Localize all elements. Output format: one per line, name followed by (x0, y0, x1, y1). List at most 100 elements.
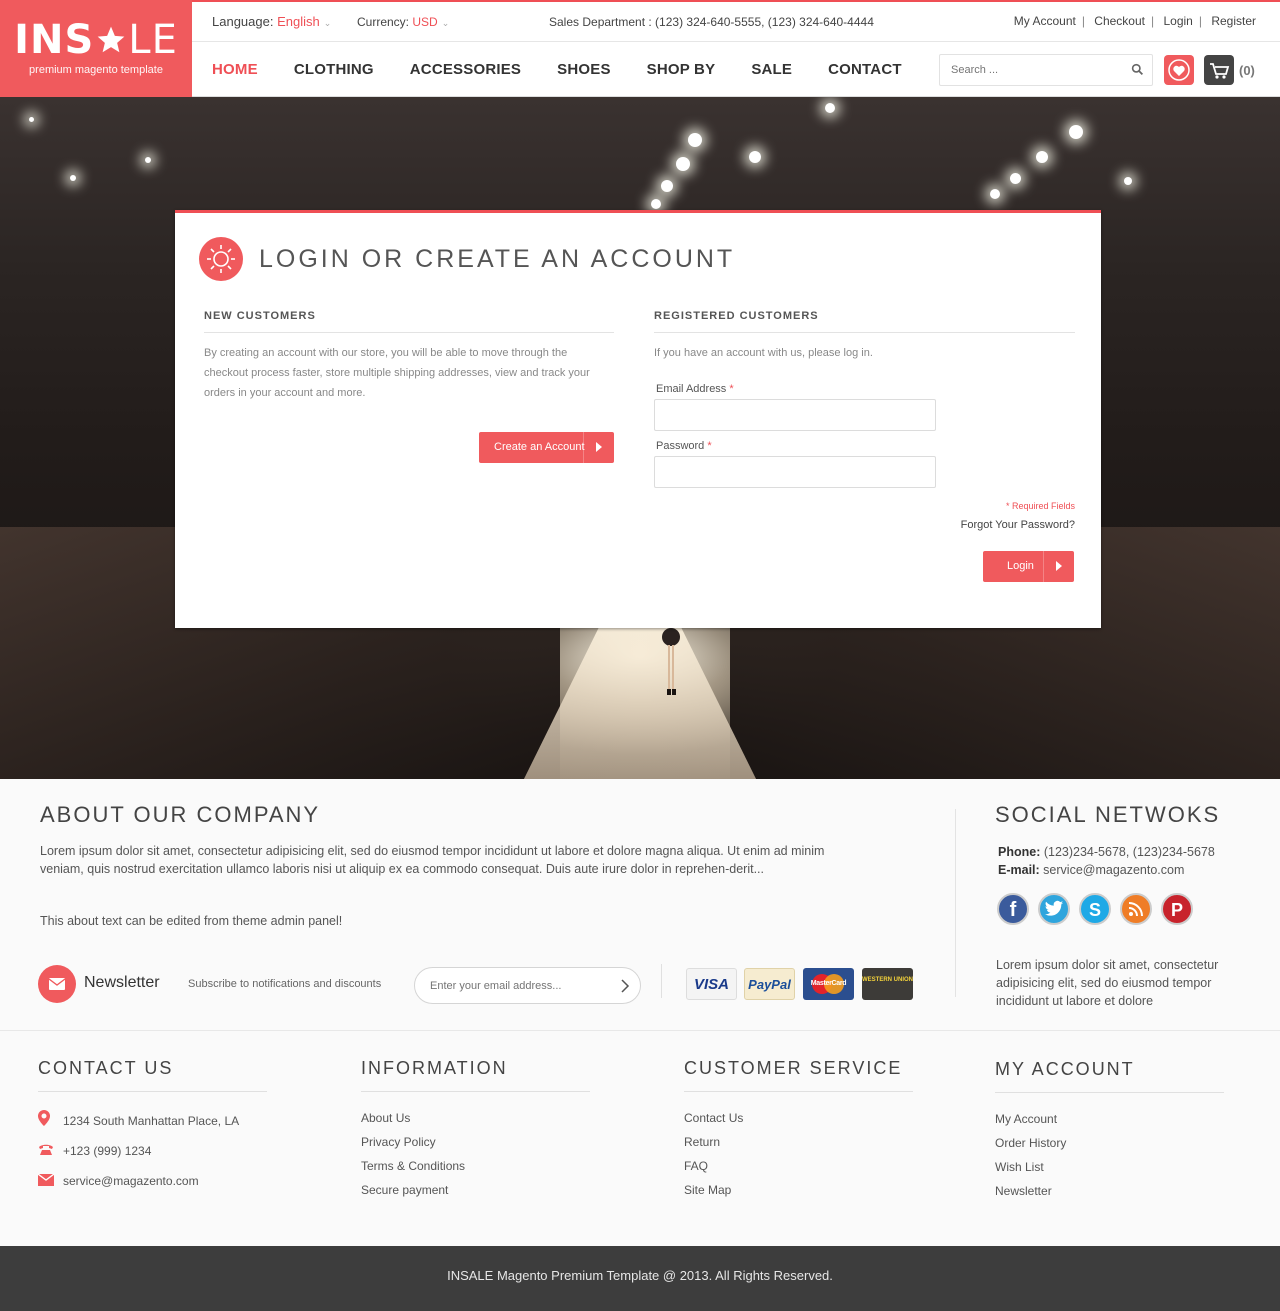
link-separator: | (1198, 14, 1202, 28)
footer-link[interactable]: Secure payment (361, 1178, 590, 1202)
about-title: ABOUT OUR COMPANY (40, 802, 321, 827)
password-field[interactable] (654, 456, 936, 488)
account-links: My Account | Checkout | Login | Register (1014, 14, 1256, 28)
social-contact: Phone: (123)234-5678, (123)234-5678 E-ma… (998, 843, 1215, 879)
newsletter-title: Newsletter (84, 974, 160, 991)
login-link[interactable]: Login (1163, 14, 1192, 28)
new-customers-section: NEW CUSTOMERS By creating an account wit… (204, 310, 614, 403)
mastercard-icon: MasterCard (803, 968, 854, 1000)
rss-icon[interactable] (1120, 893, 1152, 925)
site-logo[interactable]: INS LE premium magento template (0, 0, 192, 99)
about-text: Lorem ipsum dolor sit amet, consectetur … (40, 844, 825, 876)
footer-link[interactable]: Terms & Conditions (361, 1154, 590, 1178)
forgot-password-link[interactable]: Forgot Your Password? (961, 519, 1075, 531)
contact-address-text: 1234 South Manhattan Place, LA (63, 1114, 240, 1128)
contact-phone-text: +123 (999) 1234 (63, 1144, 152, 1158)
copyright-text: INSALE Magento Premium Template @ 2013. … (447, 1268, 833, 1283)
envelope-icon (38, 965, 76, 1003)
footer-link[interactable]: Contact Us (684, 1106, 913, 1130)
newsletter-email-input[interactable] (415, 968, 595, 1003)
runway-model (662, 628, 680, 695)
map-pin-icon (38, 1107, 54, 1137)
envelope-icon (37, 1167, 55, 1197)
visa-icon: VISA (686, 968, 737, 1000)
skype-icon[interactable]: S (1079, 893, 1111, 925)
email-value[interactable]: service@magazento.com (1043, 863, 1184, 877)
cart-count: (0) (1239, 63, 1255, 78)
footer-customer-service: CUSTOMER SERVICE Contact Us Return FAQ S… (684, 1058, 913, 1202)
twitter-icon[interactable] (1038, 893, 1070, 925)
my-account-link[interactable]: My Account (1014, 14, 1076, 28)
nav-clothing[interactable]: CLOTHING (294, 61, 374, 78)
new-customers-heading: NEW CUSTOMERS (204, 310, 614, 333)
footer-link[interactable]: About Us (361, 1106, 590, 1130)
footer-link[interactable]: Privacy Policy (361, 1130, 590, 1154)
search-icon[interactable] (1131, 63, 1144, 76)
newsletter-form (414, 967, 641, 1004)
login-button[interactable]: Login (983, 551, 1074, 582)
nav-sale[interactable]: SALE (751, 61, 792, 78)
checkout-link[interactable]: Checkout (1094, 14, 1145, 28)
email-label: Email Address * (656, 383, 734, 395)
pinterest-icon[interactable]: P (1161, 893, 1193, 925)
mastercard-label: MasterCard (810, 980, 847, 987)
cart-icon (1210, 63, 1230, 79)
nav-shoes[interactable]: SHOES (557, 61, 611, 78)
footer-link[interactable]: Site Map (684, 1178, 913, 1202)
email-label-social: E-mail: (998, 863, 1040, 877)
footer-link[interactable]: Return (684, 1130, 913, 1154)
cart-button[interactable] (1204, 55, 1234, 85)
site-header: INS LE premium magento template Language:… (0, 0, 1280, 99)
facebook-icon[interactable]: f (997, 893, 1029, 925)
footer-link[interactable]: Wish List (995, 1155, 1224, 1179)
footer-link[interactable]: Newsletter (995, 1179, 1224, 1203)
footer-customer-service-title: CUSTOMER SERVICE (684, 1058, 913, 1092)
password-label-text: Password (656, 440, 705, 452)
phone-label: Phone: (998, 845, 1041, 859)
divider (955, 809, 956, 997)
footer-link[interactable]: My Account (995, 1107, 1224, 1131)
hero-banner: LOGIN OR CREATE AN ACCOUNT NEW CUSTOMERS… (0, 97, 1280, 779)
create-account-button[interactable]: Create an Account (479, 432, 614, 463)
register-link[interactable]: Register (1211, 14, 1256, 28)
sales-department-phones: Sales Department : (123) 324-640-5555, (… (549, 15, 874, 29)
footer-information: INFORMATION About Us Privacy Policy Term… (361, 1058, 590, 1202)
footer-link[interactable]: FAQ (684, 1154, 913, 1178)
social-title: SOCIAL NETWOKS (995, 802, 1221, 827)
language-switcher[interactable]: Language: English ⌄ (212, 14, 331, 29)
required-mark: * (729, 383, 734, 395)
arrow-right-icon (596, 442, 602, 452)
language-value: English (277, 14, 320, 29)
login-panel: LOGIN OR CREATE AN ACCOUNT NEW CUSTOMERS… (175, 210, 1101, 628)
paypal-icon: PayPal (744, 968, 795, 1000)
search-input[interactable] (940, 55, 1120, 85)
wishlist-button[interactable] (1164, 55, 1194, 85)
chevron-down-icon: ⌄ (323, 18, 332, 28)
logo-wordmark: INS LE (14, 17, 178, 63)
currency-switcher[interactable]: Currency: USD ⌄ (357, 15, 449, 29)
contact-phone: +123 (999) 1234 (38, 1136, 267, 1166)
chevron-right-icon[interactable] (620, 979, 630, 993)
nav-accessories[interactable]: ACCESSORIES (410, 61, 521, 78)
contact-email-text[interactable]: service@magazento.com (63, 1174, 199, 1188)
contact-email: service@magazento.com (37, 1166, 267, 1197)
sun-icon (199, 237, 243, 281)
nav-contact[interactable]: CONTACT (828, 61, 902, 78)
western-union-icon: WESTERN UNION (862, 968, 913, 1000)
phone-icon (38, 1137, 54, 1167)
footer-my-account: MY ACCOUNT My Account Order History Wish… (995, 1059, 1224, 1203)
star-icon (97, 26, 125, 53)
footer-link[interactable]: Order History (995, 1131, 1224, 1155)
about-section: ABOUT OUR COMPANY Lorem ipsum dolor sit … (0, 779, 1280, 1031)
footer-contact-title: CONTACT US (38, 1058, 267, 1092)
footer-links: CONTACT US 1234 South Manhattan Place, L… (0, 1031, 1280, 1246)
nav-home[interactable]: HOME (212, 61, 258, 78)
registered-customers-text: If you have an account with us, please l… (654, 347, 873, 359)
link-separator: | (1081, 14, 1085, 28)
phone-value: (123)234-5678, (123)234-5678 (1043, 845, 1215, 859)
button-divider (1043, 551, 1044, 582)
registered-customers-heading: REGISTERED CUSTOMERS (654, 310, 1075, 333)
email-field[interactable] (654, 399, 936, 431)
nav-shop-by[interactable]: SHOP BY (647, 61, 716, 78)
required-fields-note: * Required Fields (1005, 501, 1075, 511)
